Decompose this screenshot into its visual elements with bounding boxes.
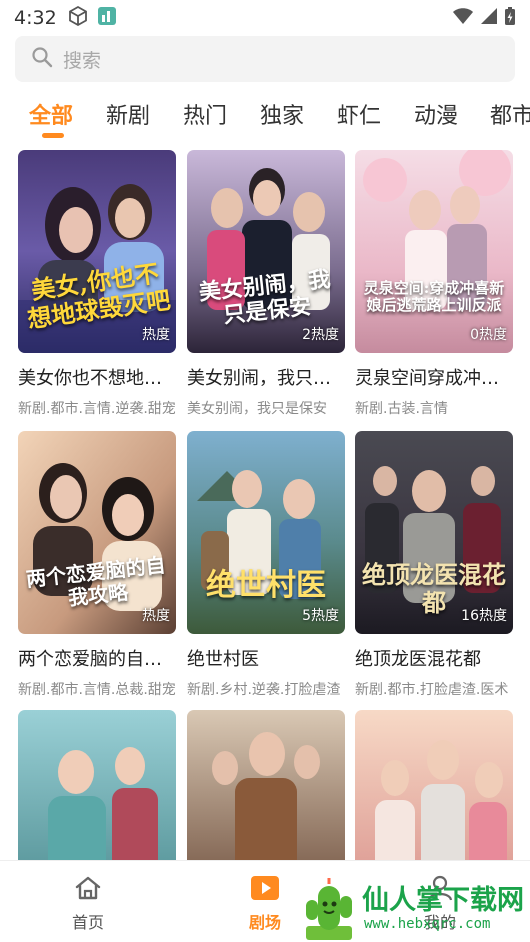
- heat-count: 2热度: [302, 327, 339, 343]
- drama-title[interactable]: 绝世村医: [187, 645, 345, 671]
- drama-poster[interactable]: 灵泉空间:穿成冲喜新娘后逃荒路上训反派 0热度: [355, 150, 513, 353]
- drama-poster[interactable]: [18, 710, 176, 860]
- heat-count: 热度: [142, 608, 170, 624]
- status-time: 4:32: [14, 7, 57, 29]
- search-icon: [31, 46, 53, 72]
- drama-tags: 美女别闹，我只是保安: [187, 401, 327, 417]
- drama-grid: 美女,你也不想地球毁灭吧 热度 美女你也不想地球毁灭吧 新剧.都市.言情.逆袭.…: [0, 150, 530, 860]
- drama-poster[interactable]: 美女,你也不想地球毁灭吧 热度: [18, 150, 176, 353]
- heat-count: 0热度: [470, 327, 507, 343]
- heat-count: 热度: [142, 327, 170, 343]
- drama-card[interactable]: [18, 710, 176, 860]
- tab-all[interactable]: 全部: [29, 98, 73, 130]
- tab-exclusive[interactable]: 独家: [260, 98, 304, 130]
- active-tab-indicator: [42, 133, 64, 138]
- drama-poster[interactable]: 两个恋爱脑的自我攻略 热度: [18, 431, 176, 634]
- cube-icon: [67, 5, 89, 31]
- category-tabs: 全部 新剧 热门 独家 虾仁 动漫 都市: [0, 90, 530, 140]
- drama-poster[interactable]: [355, 710, 513, 860]
- watermark-title: 仙人掌下载网: [362, 885, 524, 916]
- wifi-icon: [452, 7, 474, 29]
- drama-tags: 新剧.古装.言情: [355, 401, 448, 417]
- watermark: 仙人掌下载网 www.hebxqrc.com: [292, 872, 530, 942]
- drama-poster[interactable]: 绝顶龙医混花都 16热度: [355, 431, 513, 634]
- app-screen: 4:32 搜索 全部 新剧 热门 独家 虾仁 动漫 都市 美女,你也不想地球毁灭…: [0, 0, 530, 942]
- drama-tags: 新剧.乡村.逆袭.打脸虐渣: [187, 682, 341, 698]
- poster-title-text: 绝世村医: [206, 568, 326, 603]
- heat-count: 5热度: [302, 608, 339, 624]
- drama-card[interactable]: [187, 710, 345, 860]
- nav-home[interactable]: 首页: [48, 875, 128, 933]
- drama-card[interactable]: 绝世村医 5热度 绝世村医 新剧.乡村.逆袭.打脸虐渣: [187, 431, 345, 699]
- drama-tags: 新剧.都市.言情.总裁.甜宠: [18, 682, 176, 698]
- search-placeholder: 搜索: [63, 49, 102, 72]
- cactus-logo-icon: [300, 878, 358, 942]
- battery-charging-icon: [504, 6, 516, 30]
- tab-new[interactable]: 新剧: [106, 98, 150, 130]
- status-bar: 4:32: [0, 0, 530, 36]
- app-notification-icon: [97, 6, 117, 30]
- drama-card[interactable]: 两个恋爱脑的自我攻略 热度 两个恋爱脑的自我攻略 新剧.都市.言情.总裁.甜宠: [18, 431, 176, 699]
- drama-card[interactable]: 美女,你也不想地球毁灭吧 热度 美女你也不想地球毁灭吧 新剧.都市.言情.逆袭.…: [18, 150, 176, 418]
- search-input[interactable]: 搜索: [15, 36, 515, 82]
- drama-tags: 新剧.都市.言情.逆袭.甜宠: [18, 401, 176, 417]
- drama-title[interactable]: 两个恋爱脑的自我攻略: [18, 645, 176, 671]
- drama-poster[interactable]: [187, 710, 345, 860]
- drama-title[interactable]: 灵泉空间穿成冲喜新娘后: [355, 364, 513, 390]
- drama-card[interactable]: 美女别闹，我只是保安 2热度 美女别闹，我只是保安 美女别闹，我只是保安: [187, 150, 345, 418]
- drama-card[interactable]: [355, 710, 513, 860]
- drama-card[interactable]: 绝顶龙医混花都 16热度 绝顶龙医混花都 新剧.都市.打脸虐渣.医术: [355, 431, 513, 699]
- tab-xiaren[interactable]: 虾仁: [337, 98, 381, 130]
- poster-title-text: 灵泉空间:穿成冲喜新娘后逃荒路上训反派: [363, 279, 505, 315]
- drama-poster[interactable]: 美女别闹，我只是保安 2热度: [187, 150, 345, 353]
- tab-anime[interactable]: 动漫: [414, 98, 458, 130]
- heat-count: 16热度: [461, 608, 507, 624]
- tab-urban[interactable]: 都市: [490, 98, 530, 130]
- drama-title[interactable]: 美女别闹，我只是保安: [187, 364, 345, 390]
- signal-icon: [480, 7, 498, 29]
- home-icon: [74, 876, 102, 905]
- tab-hot[interactable]: 热门: [183, 98, 227, 130]
- drama-card[interactable]: 灵泉空间:穿成冲喜新娘后逃荒路上训反派 0热度 灵泉空间穿成冲喜新娘后 新剧.古…: [355, 150, 513, 418]
- play-icon: [250, 876, 280, 905]
- drama-title[interactable]: 美女你也不想地球毁灭吧: [18, 364, 176, 390]
- drama-tags: 新剧.都市.打脸虐渣.医术: [355, 682, 509, 698]
- drama-title[interactable]: 绝顶龙医混花都: [355, 645, 513, 671]
- nav-home-label: 首页: [71, 913, 104, 932]
- watermark-url: www.hebxqrc.com: [364, 916, 491, 932]
- drama-poster[interactable]: 绝世村医 5热度: [187, 431, 345, 634]
